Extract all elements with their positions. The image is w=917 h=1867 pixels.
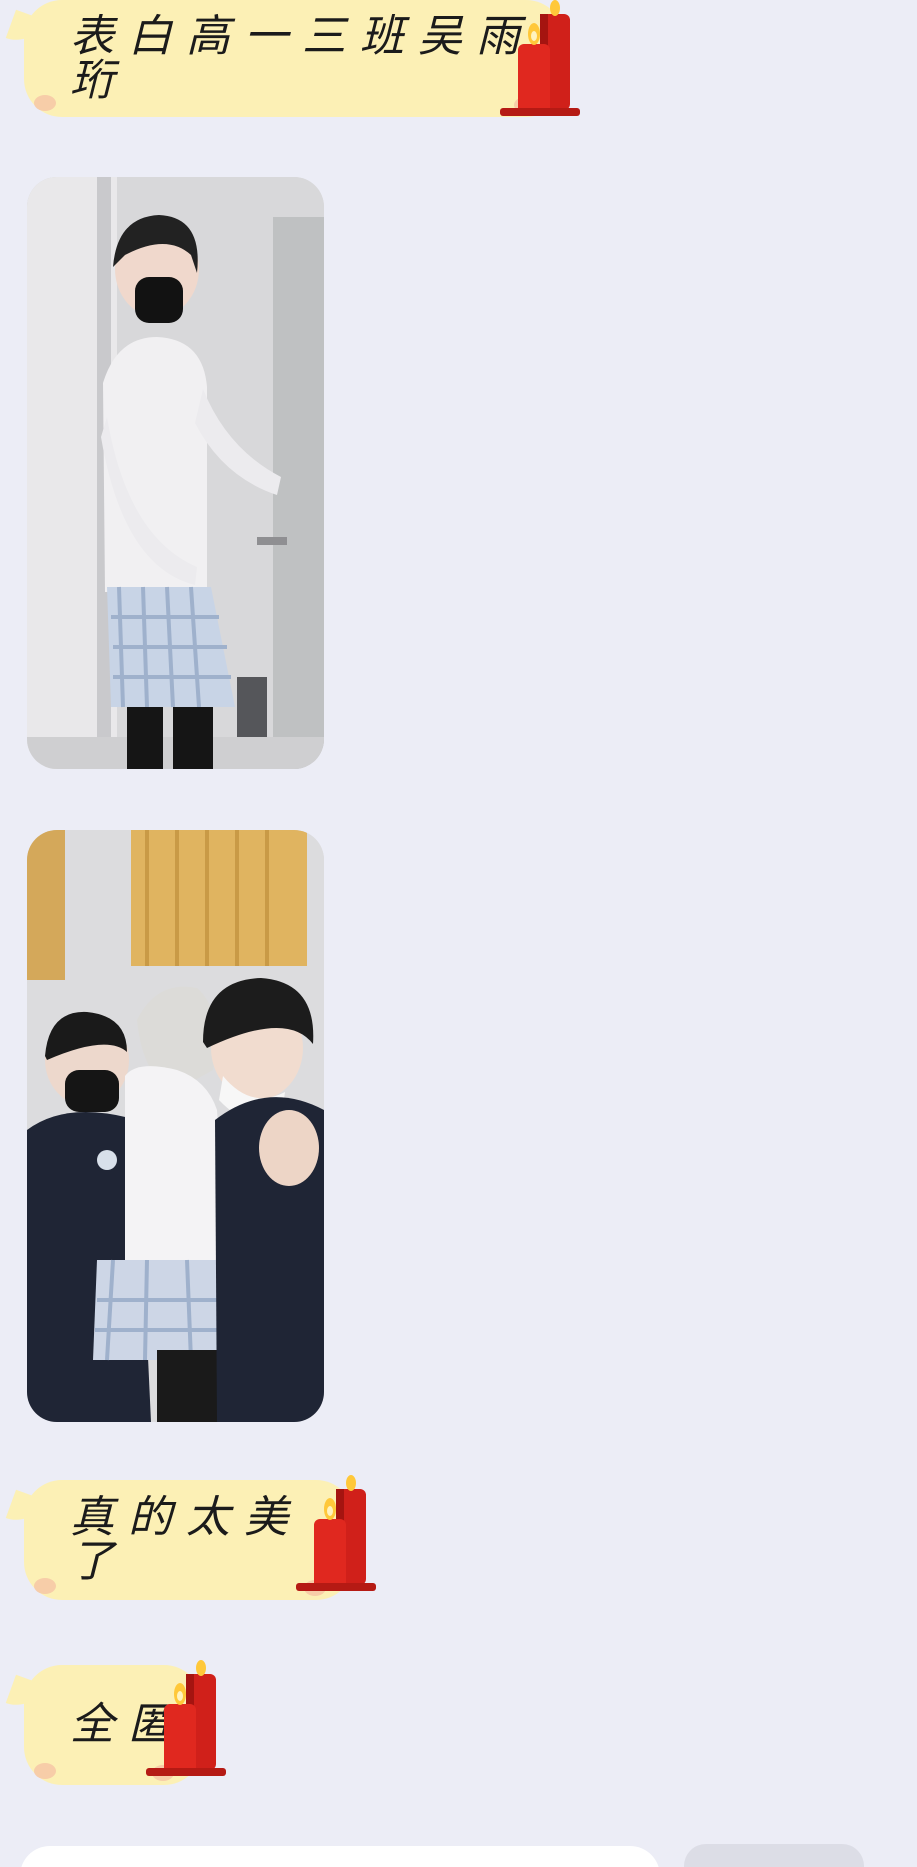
candle-icon	[296, 1475, 376, 1591]
message-input[interactable]	[20, 1846, 660, 1867]
bubble-tail	[5, 9, 45, 49]
bubble-decoration	[34, 95, 56, 111]
bubble-tail	[5, 1489, 45, 1529]
bubble-decoration	[34, 1763, 56, 1779]
bubble-tail	[5, 1674, 45, 1714]
message-text-1: 表白高一三班吴雨珩	[70, 10, 534, 106]
send-button[interactable]	[684, 1844, 864, 1867]
chat-image-1[interactable]	[27, 177, 324, 769]
chat-window: 表白高一三班吴雨珩 真的太美了 全匿	[0, 0, 917, 1867]
message-bubble-1[interactable]: 表白高一三班吴雨珩	[5, 0, 564, 117]
candle-icon	[146, 1660, 226, 1776]
photo-group-of-three-icon	[27, 830, 324, 1422]
photo-person-in-doorway-icon	[27, 177, 324, 769]
chat-image-2[interactable]	[27, 830, 324, 1422]
bottom-input-bar	[0, 1840, 917, 1867]
bubble-decoration	[34, 1578, 56, 1594]
candle-icon	[500, 0, 580, 116]
